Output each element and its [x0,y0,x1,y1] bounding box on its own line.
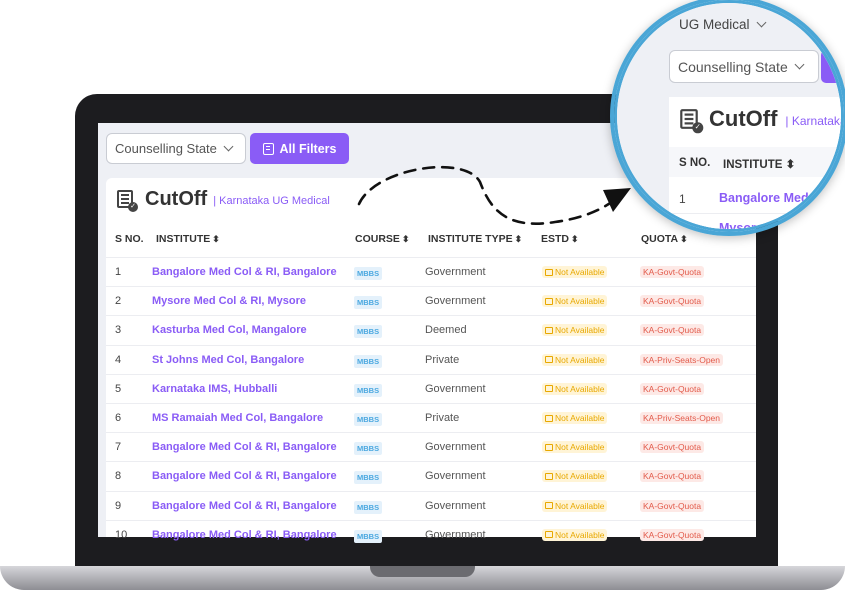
row-sno: 4 [115,353,122,366]
page-subtitle: | Karnataka UG Medical [213,195,330,207]
quota-badge: KA-Govt-Quota [640,470,705,483]
table-row: 1 Bangalore Med Col & RI, Bangalore MBBS Go… [106,257,756,286]
course-badge: MBBS [354,325,383,339]
estd-badge: Not Available [542,353,608,366]
row-institute-type: Government [425,382,486,395]
estd-badge: Not Available [542,266,608,278]
row-institute-type: Government [425,470,486,483]
header-sno: S NO. [115,233,144,245]
quota-badge: KA-Govt-Quota [640,295,705,308]
row-institute-link[interactable]: Kasturba Med Col, Mangalore [152,324,307,336]
course-badge: MBBS [354,296,383,310]
row-sno: 5 [115,382,122,395]
chevron-down-icon [223,141,234,152]
calendar-icon [545,297,553,305]
row-institute-type: Deemed [425,324,467,337]
row-institute-type: Government [425,528,486,541]
filter-icon [262,142,274,155]
counselling-state-label: Counselling State [115,141,217,156]
course-badge: MBBS [354,500,383,514]
row-sno: 6 [115,412,122,424]
calendar-icon [545,326,553,334]
estd-badge: Not Available [542,470,608,483]
estd-badge: Not Available [542,499,608,512]
sort-icon: ⬍ [680,234,688,244]
course-badge: MBBS [354,442,383,456]
row-sno: 3 [115,324,122,337]
course-badge: MBBS [354,383,383,397]
calendar-icon [545,356,553,364]
quota-badge: KA-Govt-Quota [640,441,705,454]
row-institute-link[interactable]: Bangalore Med Col & RI, Bangalore [152,266,337,278]
row-institute-link[interactable]: Bangalore Med Col & RI, Bangalore [152,441,337,453]
calendar-icon [545,502,553,510]
calendar-icon [545,268,553,276]
building-check-icon [117,190,138,212]
row-sno: 2 [115,295,122,308]
quota-badge: KA-Priv-Seats-Open [640,412,723,424]
quota-badge: KA-Govt-Quota [640,266,705,278]
row-institute-link[interactable]: St Johns Med Col, Bangalore [152,354,304,366]
row-sno: 7 [115,441,122,454]
course-badge: MBBS [354,471,383,485]
table-row: 9 Bangalore Med Col & RI, Bangalore MBBS Go… [106,490,756,520]
row-institute-link[interactable]: Bangalore Med Col & RI, Bangalore [152,470,337,482]
table-row: 8 Bangalore Med Col & RI, Bangalore MBBS Go… [106,461,756,490]
row-institute-type: Government [425,499,486,512]
row-sno: 9 [115,499,122,512]
quota-badge: KA-Govt-Quota [640,528,705,541]
row-institute-type: Government [425,295,486,308]
calendar-icon [545,443,553,451]
calendar-icon [545,472,553,480]
quota-badge: KA-Priv-Seats-Open [640,353,723,366]
row-institute-type: Private [425,353,460,366]
table-row: 10 Bangalore Med Col & RI, Bangalore MBBS G… [106,519,756,549]
calendar-icon [545,385,553,393]
estd-badge: Not Available [542,382,608,395]
counselling-state-select[interactable]: Counselling State [106,133,246,164]
estd-badge: Not Available [542,412,608,424]
calendar-icon [545,414,553,422]
row-sno: 8 [115,470,122,483]
row-institute-type: Government [425,441,486,454]
quota-badge: KA-Govt-Quota [640,324,705,337]
estd-badge: Not Available [542,324,608,337]
estd-badge: Not Available [542,528,608,541]
table-row: 5 Karnataka IMS, Hubballi MBBS Government No… [106,373,756,403]
card-header: CutOff | Karnataka UG Medical [117,186,330,212]
course-badge: MBBS [354,267,383,280]
estd-badge: Not Available [542,295,608,308]
table-row: 3 Kasturba Med Col, Mangalore MBBS Deemed No… [106,315,756,344]
magnifier-ring [610,0,845,236]
laptop-mockup: Counselling State All Filters CutOff | K… [0,0,845,593]
row-institute-type: Private [425,412,460,424]
table-row: 7 Bangalore Med Col & RI, Bangalore MBBS Go… [106,432,756,461]
row-sno: 10 [115,528,128,541]
header-institute[interactable]: INSTITUTE ⬍ [156,233,220,245]
row-sno: 1 [115,266,122,278]
quota-badge: KA-Govt-Quota [640,382,705,395]
row-institute-link[interactable]: Bangalore Med Col & RI, Bangalore [152,500,337,512]
calendar-icon [545,531,553,539]
row-institute-link[interactable]: MS Ramaiah Med Col, Bangalore [152,412,323,424]
table-row: 2 Mysore Med Col & RI, Mysore MBBS Governme… [106,286,756,315]
dashed-arrow-icon [357,165,631,225]
estd-badge: Not Available [542,441,608,454]
row-institute-link[interactable]: Mysore Med Col & RI, Mysore [152,295,306,307]
all-filters-button[interactable]: All Filters [250,133,349,164]
row-institute-link[interactable]: Bangalore Med Col & RI, Bangalore [152,529,337,541]
header-quota[interactable]: QUOTA ⬍ [641,233,688,245]
all-filters-label: All Filters [279,141,337,156]
course-badge: MBBS [354,529,383,543]
sort-icon: ⬍ [212,234,220,244]
row-institute-link[interactable]: Karnataka IMS, Hubballi [152,383,277,395]
course-badge: MBBS [354,354,383,368]
course-badge: MBBS [354,413,383,426]
page-title: CutOff [145,187,208,210]
table-row: 4 St Johns Med Col, Bangalore MBBS Private N… [106,344,756,374]
table-row: 6 MS Ramaiah Med Col, Bangalore MBBS Privat… [106,403,756,432]
laptop-base-notch [370,566,475,577]
quota-badge: KA-Govt-Quota [640,499,705,512]
row-institute-type: Government [425,266,486,278]
